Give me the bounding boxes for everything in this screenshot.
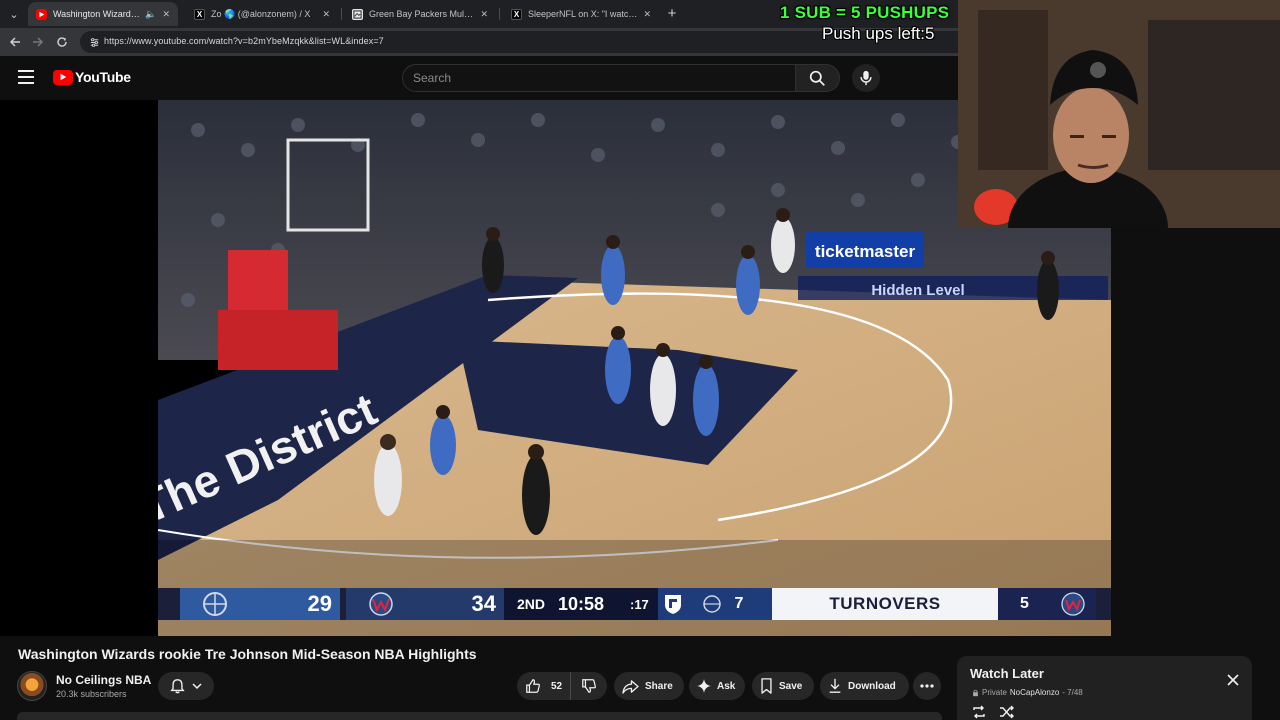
wizards-logo-icon xyxy=(369,592,393,616)
like-dislike-group: 52 xyxy=(517,672,607,700)
tab-title: Washington Wizards rookie Tre Johnson Mi… xyxy=(53,9,141,19)
site-info-icon[interactable] xyxy=(86,34,102,50)
speaker-icon[interactable]: 🔈 xyxy=(145,9,156,20)
new-tab-button[interactable]: + xyxy=(663,4,681,22)
pushup-counter-overlay: Push ups left:5 xyxy=(822,24,935,43)
game-clock: 10:58 xyxy=(558,588,630,620)
ask-button[interactable]: Ask xyxy=(689,672,745,700)
pushup-goal-overlay: 1 SUB = 5 PUSHUPS xyxy=(780,3,950,22)
ticketmaster-sign: ticketmaster xyxy=(815,242,916,261)
loop-icon[interactable] xyxy=(971,704,987,720)
dislike-button[interactable] xyxy=(571,672,607,700)
like-count: 52 xyxy=(551,680,563,692)
thumbs-down-icon xyxy=(581,678,597,694)
voice-search-button[interactable] xyxy=(852,64,880,92)
youtube-masthead: YouTube xyxy=(0,56,958,100)
description-box[interactable] xyxy=(17,712,942,720)
thumbs-up-icon xyxy=(525,678,541,694)
playlist-panel: Watch Later Private NoCapAlonzo - 7/48 xyxy=(957,656,1252,720)
tab-title: Green Bay Packers Multi-Year Tr xyxy=(369,9,474,19)
search-icon xyxy=(809,70,825,86)
bookmark-icon xyxy=(760,678,773,694)
away-team-panel: 29 xyxy=(180,588,340,620)
youtube-play-icon xyxy=(53,69,73,85)
close-icon xyxy=(1227,674,1239,686)
tab-close-icon[interactable]: ✕ xyxy=(162,9,170,20)
chevron-down-icon xyxy=(192,683,202,690)
tab-search-icon[interactable]: ⌄ xyxy=(4,4,24,24)
channel-avatar[interactable] xyxy=(17,671,47,701)
shuffle-icon[interactable] xyxy=(999,704,1015,720)
x-favicon-icon: X xyxy=(511,8,522,20)
share-button[interactable]: Share xyxy=(614,672,684,700)
hamburger-menu-icon[interactable] xyxy=(18,70,34,84)
home-stat-panel: 5 xyxy=(998,588,1096,620)
notification-bell-button[interactable] xyxy=(158,672,214,700)
tab-youtube-video[interactable]: Washington Wizards rookie Tre Johnson Mi… xyxy=(28,2,178,26)
tab-close-icon[interactable]: ✕ xyxy=(322,9,330,20)
channel-name[interactable]: No Ceilings NBA xyxy=(56,673,151,687)
share-arrow-icon xyxy=(622,679,639,694)
bell-icon xyxy=(170,679,185,694)
home-score: 34 xyxy=(471,591,496,616)
ask-label: Ask xyxy=(717,680,736,692)
youtube-wordmark: YouTube xyxy=(75,69,131,85)
hidden-level-sign: Hidden Level xyxy=(871,282,964,299)
tab-close-icon[interactable]: ✕ xyxy=(643,9,651,20)
shot-clock: :17 xyxy=(630,588,658,620)
playlist-privacy: Private xyxy=(982,688,1007,697)
tab-sleeper-post[interactable]: X SleeperNFL on X: "I watch the ✕ xyxy=(503,2,659,26)
site-favicon-icon xyxy=(352,8,363,20)
x-favicon-icon: X xyxy=(194,8,205,20)
more-horizontal-icon xyxy=(920,684,934,688)
download-label: Download xyxy=(848,680,896,692)
video-player[interactable]: ticketmaster Hidden Level The District 2… xyxy=(0,100,1111,636)
playlist-title[interactable]: Watch Later xyxy=(970,666,1044,681)
lock-icon xyxy=(973,689,978,696)
search-input[interactable] xyxy=(413,65,783,91)
microphone-icon xyxy=(860,70,872,86)
tab-close-icon[interactable]: ✕ xyxy=(480,9,488,20)
youtube-favicon-icon xyxy=(36,8,47,20)
magic-logo-icon xyxy=(203,592,227,616)
search-box xyxy=(402,64,796,92)
stat-label: TURNOVERS xyxy=(772,588,998,620)
like-button[interactable]: 52 xyxy=(517,672,571,700)
playlist-meta: Private NoCapAlonzo - 7/48 xyxy=(972,688,1083,697)
video-title: Washington Wizards rookie Tre Johnson Mi… xyxy=(18,646,477,662)
tab-title: SleeperNFL on X: "I watch the xyxy=(528,9,638,19)
scorebug: 29 34 2ND 10:58 :17 7 TURNOVERS 5 xyxy=(158,588,1111,620)
playlist-close-button[interactable] xyxy=(1225,672,1241,688)
magic-small-logo-icon xyxy=(703,595,721,613)
tab-packers-article[interactable]: Green Bay Packers Multi-Year Tr ✕ xyxy=(344,2,496,26)
tab-x-profile[interactable]: X Zo 🌎 (@alonzonem) / X ✕ xyxy=(186,2,338,26)
search-button[interactable] xyxy=(796,64,840,92)
more-actions-button[interactable] xyxy=(913,672,941,700)
webcam-overlay xyxy=(958,0,1280,228)
url-text[interactable]: https://www.youtube.com/watch?v=b2mYbeMz… xyxy=(104,36,384,46)
youtube-logo[interactable]: YouTube xyxy=(53,69,131,85)
share-label: Share xyxy=(645,680,673,692)
save-label: Save xyxy=(779,680,803,692)
home-team-panel: 34 xyxy=(346,588,504,620)
wizards-small-logo-icon xyxy=(1061,592,1085,616)
game-period: 2ND xyxy=(504,588,558,620)
away-score: 29 xyxy=(307,591,332,616)
back-arrow-icon[interactable] xyxy=(6,33,24,51)
subscriber-count: 20.3k subscribers xyxy=(56,689,127,699)
playlist-position: - 7/48 xyxy=(1062,688,1083,697)
away-stat-value: 7 xyxy=(734,595,744,612)
tab-title: Zo 🌎 (@alonzonem) / X xyxy=(211,8,311,19)
download-button[interactable]: Download xyxy=(820,672,909,700)
home-stat-value: 5 xyxy=(1020,595,1029,612)
save-button[interactable]: Save xyxy=(752,672,814,700)
sparkle-icon xyxy=(697,679,711,693)
forward-arrow-icon[interactable] xyxy=(29,33,47,51)
reload-icon[interactable] xyxy=(53,33,71,51)
download-arrow-icon xyxy=(828,678,842,694)
browser-toolbar: https://www.youtube.com/watch?v=b2mYbeMz… xyxy=(0,28,958,56)
playlist-owner[interactable]: NoCapAlonzo xyxy=(1010,688,1059,697)
network-shield-icon xyxy=(658,588,688,620)
away-stat-panel: 7 xyxy=(688,588,772,620)
